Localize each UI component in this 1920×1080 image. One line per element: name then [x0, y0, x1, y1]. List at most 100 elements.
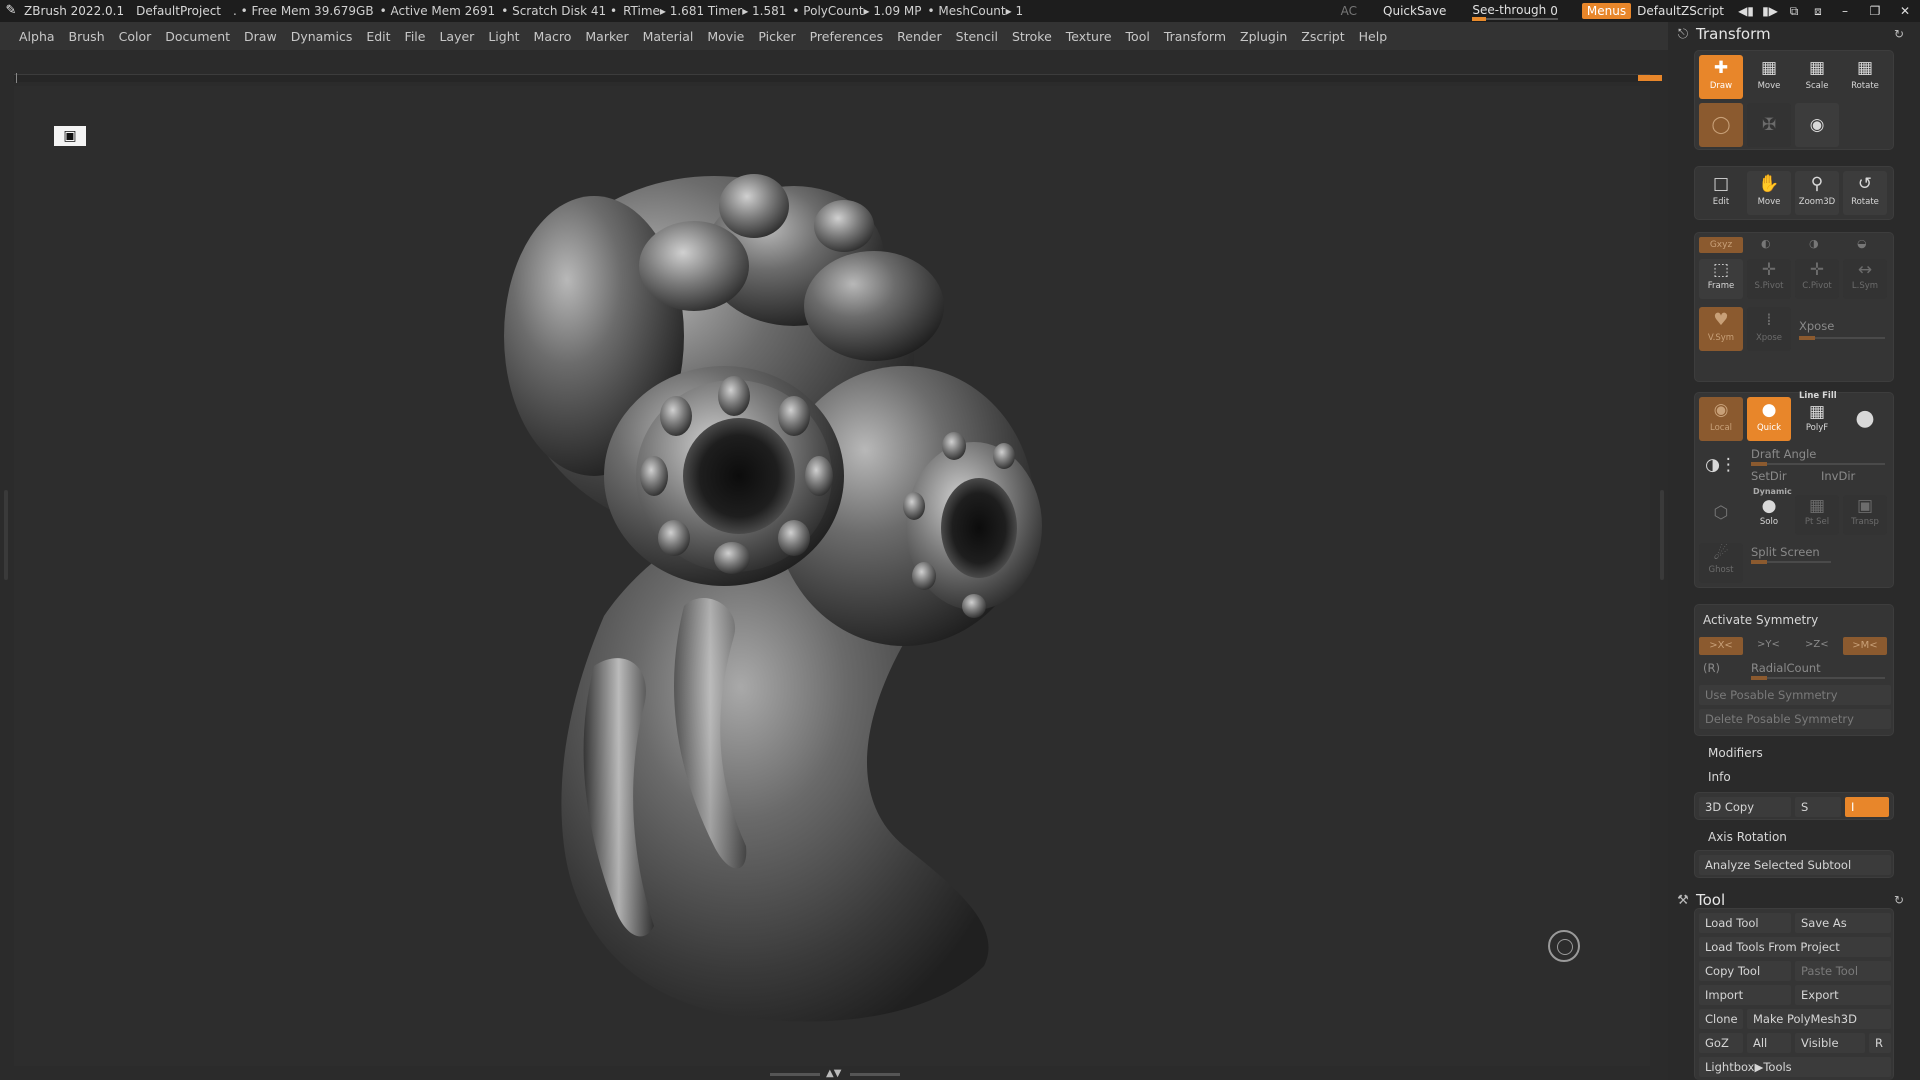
xpose-slider[interactable]	[1799, 336, 1885, 340]
save-as-button[interactable]: Save As	[1795, 913, 1891, 933]
ghost-button[interactable]: ☄ Ghost	[1699, 543, 1743, 583]
modifiers-section[interactable]: Modifiers	[1708, 746, 1763, 760]
menu-file[interactable]: File	[405, 29, 426, 44]
minimize-icon[interactable]: –	[1830, 4, 1860, 18]
goz-all-button[interactable]: All	[1747, 1033, 1791, 1053]
gizmo-button[interactable]: ◯	[1699, 103, 1743, 147]
menu-texture[interactable]: Texture	[1066, 29, 1112, 44]
menu-tool[interactable]: Tool	[1126, 29, 1150, 44]
local-button[interactable]: ◉ Local	[1699, 397, 1743, 441]
lightbox-tools-button[interactable]: Lightbox▶Tools	[1699, 1057, 1891, 1077]
window-layout-icon[interactable]: ⧈	[1806, 4, 1830, 19]
menu-stroke[interactable]: Stroke	[1012, 29, 1052, 44]
menu-stencil[interactable]: Stencil	[956, 29, 998, 44]
menu-picker[interactable]: Picker	[758, 29, 795, 44]
draw-button[interactable]: ✚ Draw	[1699, 55, 1743, 99]
goz-button[interactable]: GoZ	[1699, 1033, 1743, 1053]
ac-toggle[interactable]: AC	[1341, 4, 1357, 18]
menus-toggle[interactable]: Menus	[1581, 3, 1632, 19]
frame-button[interactable]: ⬚ Frame	[1699, 259, 1743, 299]
solo-button[interactable]: ● Solo	[1747, 495, 1791, 535]
swap-ui-icon[interactable]: ⧉	[1782, 4, 1806, 19]
menu-dynamics[interactable]: Dynamics	[291, 29, 353, 44]
load-tools-from-project-button[interactable]: Load Tools From Project	[1699, 937, 1891, 957]
quick-button[interactable]: ● Quick	[1747, 397, 1791, 441]
import-button[interactable]: Import	[1699, 985, 1791, 1005]
radial-toggle[interactable]: (R)	[1703, 661, 1720, 675]
export-button[interactable]: Export	[1795, 985, 1891, 1005]
timeline-ruler[interactable]	[14, 73, 1662, 83]
default-zscript-button[interactable]: DefaultZScript	[1637, 4, 1724, 18]
rotate-view-button[interactable]: ↺ Rotate	[1843, 171, 1887, 215]
box-button[interactable]: ⬡	[1699, 493, 1743, 533]
transform-header[interactable]: ⎋ Transform ↻	[1674, 22, 1904, 46]
setdir-button[interactable]: SetDir	[1751, 469, 1787, 483]
menu-edit[interactable]: Edit	[366, 29, 390, 44]
navigation-gizmo-icon[interactable]	[1548, 930, 1580, 962]
rotate-button[interactable]: ▦ Rotate	[1843, 55, 1887, 99]
zoom3d-button[interactable]: ⚲ Zoom3D	[1795, 171, 1839, 215]
draft-toggle-button[interactable]: ◑⋮	[1699, 445, 1743, 485]
menu-transform[interactable]: Transform	[1164, 29, 1226, 44]
spivot-button[interactable]: ✛ S.Pivot	[1747, 259, 1791, 299]
paste-tool-button[interactable]: Paste Tool	[1795, 961, 1891, 981]
copy3d-button[interactable]: 3D Copy	[1699, 797, 1791, 817]
sym-x-toggle[interactable]: >X<	[1699, 637, 1743, 655]
menu-color[interactable]: Color	[119, 29, 152, 44]
tool-reset-icon[interactable]: ↻	[1894, 893, 1904, 907]
see-through-slider[interactable]: See-through	[1472, 3, 1559, 21]
z-axis-icon[interactable]: ◒	[1857, 237, 1867, 250]
menu-draw[interactable]: Draw	[244, 29, 277, 44]
left-tray-handle[interactable]	[4, 490, 8, 580]
menu-movie[interactable]: Movie	[707, 29, 744, 44]
close-icon[interactable]: ✕	[1890, 4, 1920, 18]
menu-document[interactable]: Document	[165, 29, 230, 44]
load-tool-button[interactable]: Load Tool	[1699, 913, 1791, 933]
canvas-viewport[interactable]: ▣	[14, 86, 1650, 1066]
scale-button[interactable]: ▦ Scale	[1795, 55, 1839, 99]
layout-right-icon[interactable]: ▮▶	[1758, 4, 1782, 18]
transp-button[interactable]: ▣ Transp	[1843, 495, 1887, 535]
menu-render[interactable]: Render	[897, 29, 942, 44]
lsym-button[interactable]: ↔ L.Sym	[1843, 259, 1887, 299]
document-badge-icon[interactable]: ▣	[54, 126, 86, 146]
sculpt-model[interactable]	[484, 146, 1184, 1026]
restore-icon[interactable]: ❐	[1860, 4, 1890, 18]
menu-preferences[interactable]: Preferences	[810, 29, 884, 44]
timeline-marker[interactable]	[1638, 75, 1662, 81]
y-axis-icon[interactable]: ◑	[1809, 237, 1819, 250]
bottom-tray-handle[interactable]: ▲▼	[770, 1068, 900, 1079]
menu-help[interactable]: Help	[1359, 29, 1388, 44]
menu-macro[interactable]: Macro	[534, 29, 572, 44]
make-polymesh3d-button[interactable]: Make PolyMesh3D	[1747, 1009, 1891, 1029]
copy3d-i-button[interactable]: I	[1845, 797, 1889, 817]
clone-button[interactable]: Clone	[1699, 1009, 1743, 1029]
transform-reset-icon[interactable]: ↻	[1894, 27, 1904, 41]
menu-material[interactable]: Material	[643, 29, 694, 44]
menu-layer[interactable]: Layer	[439, 29, 474, 44]
draft-angle-slider[interactable]	[1751, 462, 1885, 466]
goz-visible-button[interactable]: Visible	[1795, 1033, 1865, 1053]
goz-r-button[interactable]: R	[1869, 1033, 1891, 1053]
sym-m-toggle[interactable]: >M<	[1843, 637, 1887, 655]
copy-tool-button[interactable]: Copy Tool	[1699, 961, 1791, 981]
polyf-button[interactable]: ▦ PolyF	[1795, 401, 1839, 441]
radial-count-slider[interactable]	[1751, 676, 1885, 680]
move-view-button[interactable]: ✋ Move	[1747, 171, 1791, 215]
menu-light[interactable]: Light	[488, 29, 519, 44]
sym-z-toggle[interactable]: >Z<	[1805, 639, 1829, 650]
edit-gizmo-button[interactable]: ✠	[1747, 103, 1791, 147]
xpose-button[interactable]: ⁞ Xpose	[1747, 307, 1791, 351]
vsym-button[interactable]: ♥ V.Sym	[1699, 307, 1743, 351]
quicksave-button[interactable]: QuickSave	[1383, 4, 1446, 18]
move-button[interactable]: ▦ Move	[1747, 55, 1791, 99]
analyze-subtool-button[interactable]: Analyze Selected Subtool	[1699, 855, 1891, 875]
cpivot-button[interactable]: ✛ C.Pivot	[1795, 259, 1839, 299]
split-screen-slider[interactable]	[1751, 560, 1831, 564]
edit-button[interactable]: □ Edit	[1699, 171, 1743, 215]
right-tray-handle[interactable]	[1660, 490, 1664, 580]
invdir-button[interactable]: InvDir	[1821, 469, 1855, 483]
menu-zplugin[interactable]: Zplugin	[1240, 29, 1287, 44]
copy3d-s-button[interactable]: S	[1795, 797, 1841, 817]
sym-y-toggle[interactable]: >Y<	[1757, 639, 1780, 650]
